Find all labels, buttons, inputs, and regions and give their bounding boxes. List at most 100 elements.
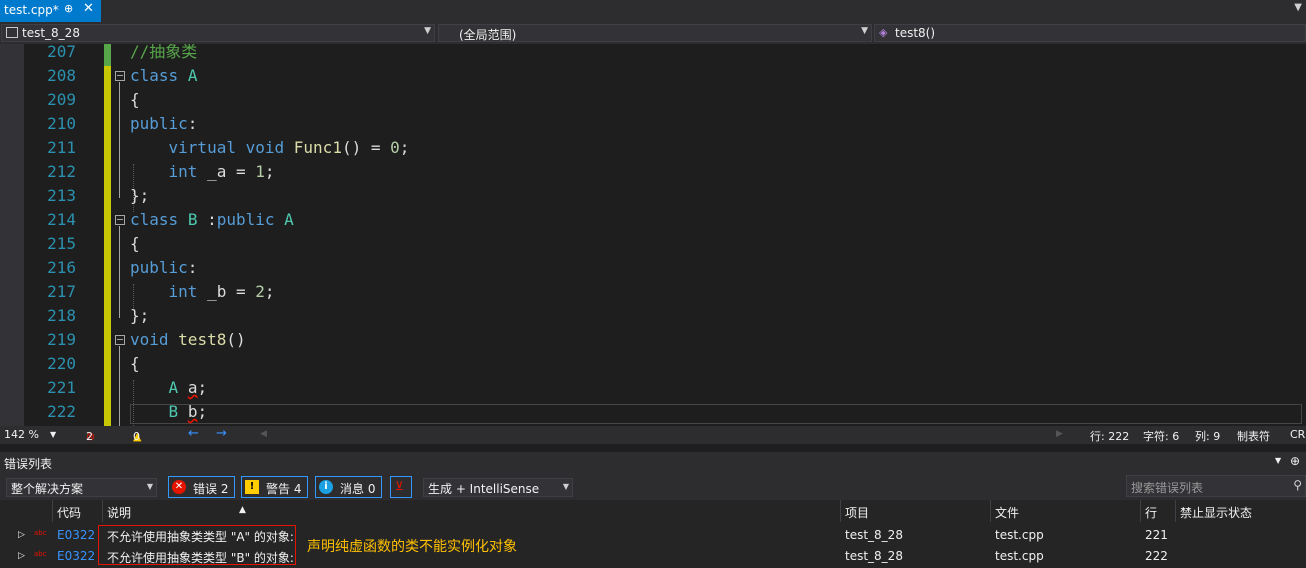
chevron-down-icon: ▼ [861,26,868,36]
code-line[interactable]: class A [130,64,197,88]
document-tab-bar: test.cpp* ⊕ ✕ ▼ [0,0,1306,22]
project-dropdown[interactable]: test_8_28 ▼ [1,24,435,42]
column-header-file[interactable]: 文件 [991,500,1141,522]
column-header-file-label: 文件 [995,506,1020,520]
line-number: 208 [47,66,76,85]
code-line[interactable]: public: [130,256,197,280]
scroll-left-icon[interactable]: ◀ [260,429,267,439]
zoom-level[interactable]: 142 % [4,428,39,441]
chevron-down-icon: ▼ [424,26,431,36]
collapse-icon[interactable] [115,215,125,225]
error-code-link[interactable]: E0322 [57,549,95,563]
pin-icon[interactable]: ⊕ [1290,454,1300,468]
chevron-down-icon[interactable]: ▼ [1275,456,1281,465]
error-icon: ✕ [172,480,186,494]
close-icon[interactable]: ✕ [83,1,94,16]
info-icon: i [319,480,333,494]
code-token: { [130,234,140,253]
code-line[interactable]: { [130,88,140,112]
code-token: void [245,138,285,157]
line-number: 219 [47,330,76,349]
annotation-text: 声明纯虚函数的类不能实例化对象 [307,539,517,555]
collapse-icon[interactable] [115,335,125,345]
saved-change-bar [104,44,111,66]
code-line[interactable]: { [130,352,140,376]
code-line[interactable]: B b; [130,400,208,424]
expand-row-icon[interactable]: ▷ [18,530,25,540]
code-token: public [216,210,275,229]
tab-overflow-chevron-icon[interactable]: ▼ [1294,2,1302,13]
column-header-line-label: 行 [1145,506,1158,520]
code-line[interactable]: virtual void Func1() = 0; [130,136,410,160]
editor-status-bar: 142 % ▼ ⊗ 2 ▲ 0 ← → ◀ ▶ 行: 222 字符: 6 列: … [0,426,1306,444]
error-code-link[interactable]: E0322 [57,528,95,542]
search-icon[interactable]: ⚲ [1293,478,1302,492]
code-line[interactable]: A a; [130,376,208,400]
code-line[interactable]: }; [130,184,149,208]
line-number: 210 [47,114,76,133]
column-header-code[interactable]: 代码 [53,500,103,522]
error-list-search-input[interactable]: 搜索错误列表 ⚲ [1126,475,1306,497]
forward-arrow-icon[interactable]: → [216,426,227,441]
code-line[interactable]: void test8() [130,328,246,352]
expand-row-icon[interactable]: ▷ [18,551,25,561]
column-header-icons[interactable] [0,500,53,522]
line-number: 222 [47,402,76,421]
error-project: test_8_28 [845,528,903,542]
scope-dropdown-label: (全局范围) [459,28,517,42]
filter-button[interactable]: ⊻ [390,476,412,498]
code-line[interactable]: //抽象类 [130,44,197,64]
column-header-description[interactable]: 说明 ▲ [103,500,841,522]
line-number: 214 [47,210,76,229]
code-token: { [130,354,140,373]
tab-test-cpp[interactable]: test.cpp* ⊕ ✕ [0,0,101,22]
pin-icon[interactable]: ⊕ [64,2,73,15]
member-dropdown[interactable]: ◈ test8() [874,24,1306,42]
errors-filter-button[interactable]: ✕ 错误 2 [168,476,235,498]
line-ending-indicator[interactable]: CRLF [1290,428,1306,441]
navigation-bar: test_8_28 ▼ (全局范围) ▼ ◈ test8() [0,22,1306,45]
code-token: : [187,258,198,277]
warnings-filter-button[interactable]: ! 警告 4 [241,476,308,498]
line-number: 221 [47,378,76,397]
messages-filter-button[interactable]: i 消息 0 [315,476,382,498]
line-number: 220 [47,354,76,373]
code-token: ; [399,138,410,157]
indicator-margin [0,44,24,426]
column-header-project[interactable]: 项目 [841,500,991,522]
scope-filter-label: 整个解决方案 [11,482,84,496]
code-token: : [197,210,217,229]
error-file: test.cpp [995,549,1044,563]
sort-ascending-icon: ▲ [239,505,246,515]
column-header-suppression[interactable]: 禁止显示状态 [1176,500,1306,522]
line-number: 218 [47,306,76,325]
code-editor[interactable]: 207//抽象类 208 class A 209{210 public: 211 virt… [0,44,1306,426]
scope-dropdown[interactable]: (全局范围) ▼ [438,24,872,42]
chevron-down-icon[interactable]: ▼ [50,430,56,439]
code-line[interactable]: int _a = 1; [130,160,275,184]
source-filter-dropdown[interactable]: 生成 + IntelliSense ▼ [423,478,573,497]
code-line[interactable]: int _b = 2; [130,280,275,304]
code-line[interactable]: public: [130,112,197,136]
code-token: a [187,378,198,397]
line-number: 215 [47,234,76,253]
scope-filter-dropdown[interactable]: 整个解决方案 ▼ [6,478,157,497]
code-token: : [187,114,198,133]
code-token: class [130,66,179,85]
scroll-right-icon[interactable]: ▶ [1056,429,1063,439]
code-line[interactable]: { [130,232,140,256]
back-arrow-icon[interactable]: ← [188,426,199,441]
code-token: void [130,330,169,349]
tabs-indicator[interactable]: 制表符 [1237,428,1270,444]
messages-filter-label: 消息 0 [340,482,376,496]
code-token: ; [197,378,208,397]
code-line[interactable]: class B :public A [130,208,294,232]
code-token: A [284,210,294,229]
code-line[interactable]: }; [130,304,149,328]
intellisense-error-icon: abc [34,550,47,558]
column-header-line[interactable]: 行 [1141,500,1176,522]
collapse-icon[interactable] [115,71,125,81]
